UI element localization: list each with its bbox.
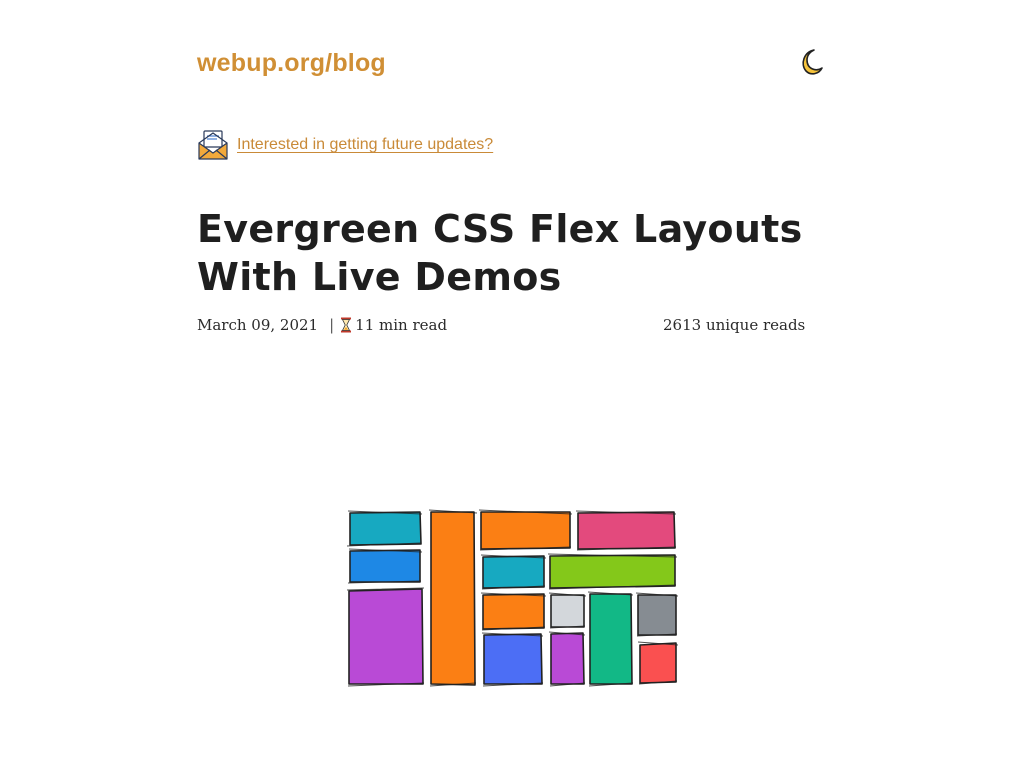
- box-orange-mid: [482, 593, 545, 630]
- post-title: Evergreen CSS Flex Layouts With Live Dem…: [197, 207, 803, 299]
- envelope-letter-icon: [198, 130, 228, 160]
- box-green-wide: [549, 554, 676, 589]
- unique-reads-count: 2613 unique reads: [663, 316, 806, 334]
- newsletter-cta: Interested in getting future updates?: [197, 128, 493, 162]
- box-blue-1: [349, 549, 421, 583]
- box-orange-top: [480, 511, 571, 550]
- hourglass-icon: [341, 317, 352, 333]
- reading-time: 11 min read: [355, 316, 448, 334]
- box-teal-1: [349, 511, 422, 546]
- box-light-gray: [550, 594, 585, 628]
- box-gray: [637, 594, 677, 636]
- flex-layout-illustration: [346, 509, 679, 687]
- box-red: [639, 642, 677, 684]
- theme-toggle-button[interactable]: [792, 46, 826, 80]
- box-purple-small: [550, 632, 585, 685]
- box-pink-top: [577, 511, 676, 550]
- box-green-tall: [589, 593, 633, 685]
- box-purple-large: [348, 588, 424, 685]
- meta-separator: |: [329, 316, 335, 334]
- post-meta: March 09, 2021 | 11 min read: [197, 314, 447, 336]
- box-teal-2: [482, 555, 545, 589]
- post-date: March 09, 2021: [197, 316, 319, 334]
- box-orange-tall: [430, 511, 476, 686]
- site-title-link[interactable]: webup.org/blog: [197, 46, 386, 80]
- crescent-moon-icon: [802, 49, 823, 75]
- newsletter-signup-link[interactable]: Interested in getting future updates?: [237, 136, 493, 154]
- box-indigo: [483, 633, 543, 685]
